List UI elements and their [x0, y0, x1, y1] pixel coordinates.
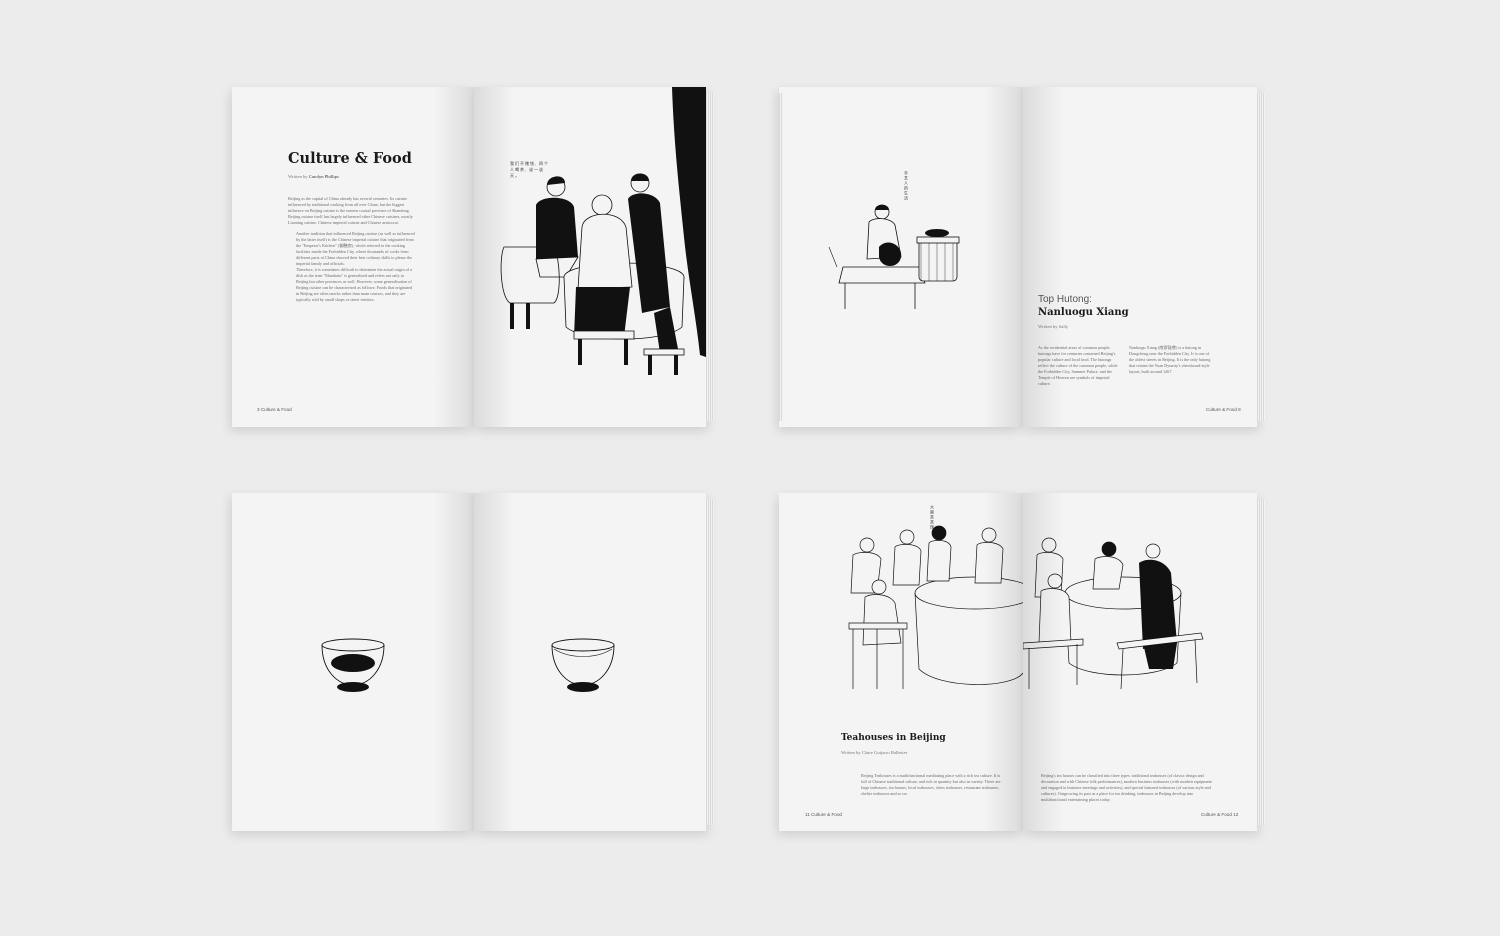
page-title: Culture & Food [288, 150, 412, 167]
column-2: Beijing's tea houses can be classified i… [1041, 773, 1212, 802]
page-edge-left [779, 93, 783, 421]
bowl-with-tea-icon [321, 638, 385, 692]
illustration-men-at-table [500, 87, 706, 375]
page-number-right: Culture & Food 8 [1206, 407, 1241, 412]
illustration-craftsman [828, 204, 960, 309]
bowl-empty-icon [551, 638, 615, 692]
heading-top-hutong: Top Hutong: [1038, 294, 1092, 305]
heading-nanluogu-xiang: Nanluogu Xiang [1038, 307, 1129, 318]
page-number-left: 11 Culture & Food [805, 812, 842, 817]
page-bowl-full [232, 493, 474, 831]
spread-top-hutong: 手艺人的生活 Top Hutong: Nanluogu Xiang Writte… [779, 87, 1265, 427]
byline: Written by Claire Guijarro Ballester [841, 750, 908, 755]
column-1: Beijing Teahouses is a multifunctional m… [861, 773, 1001, 796]
page-craftsman-illustration: 手艺人的生活 [779, 87, 1023, 427]
spread-culture-food: Culture & Food Written by Carolyn Philli… [232, 87, 716, 427]
byline: Written by Sally [1038, 324, 1069, 329]
page-number-right: Culture & Food 12 [1201, 812, 1239, 817]
column-1: As the residential areas of common peopl… [1038, 345, 1118, 386]
paragraph-3: Therefore, it is sometimes difficult to … [296, 267, 413, 302]
page-culture-food-text: Culture & Food Written by Carolyn Philli… [232, 87, 474, 427]
byline-prefix: Written by [288, 174, 309, 179]
page-edge [1257, 93, 1265, 421]
page-title: Teahouses in Beijing [841, 733, 946, 743]
paragraph-1: Beijing as the capital of China already … [288, 196, 413, 225]
page-top-hutong-text: Top Hutong: Nanluogu Xiang Written by Sa… [1023, 87, 1257, 427]
byline-author: Carolyn Phillips [308, 174, 339, 179]
page-edge [706, 499, 714, 825]
page-number-left: 3 Culture & Food [257, 407, 292, 412]
page-bowl-empty [474, 493, 706, 831]
spread-bowls [232, 493, 716, 831]
page-illustration-players: 我们不赌钱, 四个人喝茶, 谈一谈天。 [474, 87, 706, 427]
illustration-teahouse-right [1023, 537, 1204, 690]
page-edge [1257, 499, 1265, 825]
paragraph-2: Another tradition that influenced Beijin… [296, 231, 415, 266]
spread-teahouses: 大碗茶茶馆 Teahouses in Beijing Written by Cl… [779, 493, 1265, 831]
byline: Written by Carolyn Phillips [288, 174, 339, 179]
column-2: Nanluogu Xiang (南锣鼓巷) is a hutong in Don… [1129, 345, 1211, 374]
page-teahouses-left: 大碗茶茶馆 Teahouses in Beijing Written by Cl… [779, 493, 1023, 831]
page-teahouses-right: Beijing's tea houses can be classified i… [1023, 493, 1257, 831]
page-edge [706, 93, 714, 421]
illustration-teahouse-left [848, 525, 1023, 689]
